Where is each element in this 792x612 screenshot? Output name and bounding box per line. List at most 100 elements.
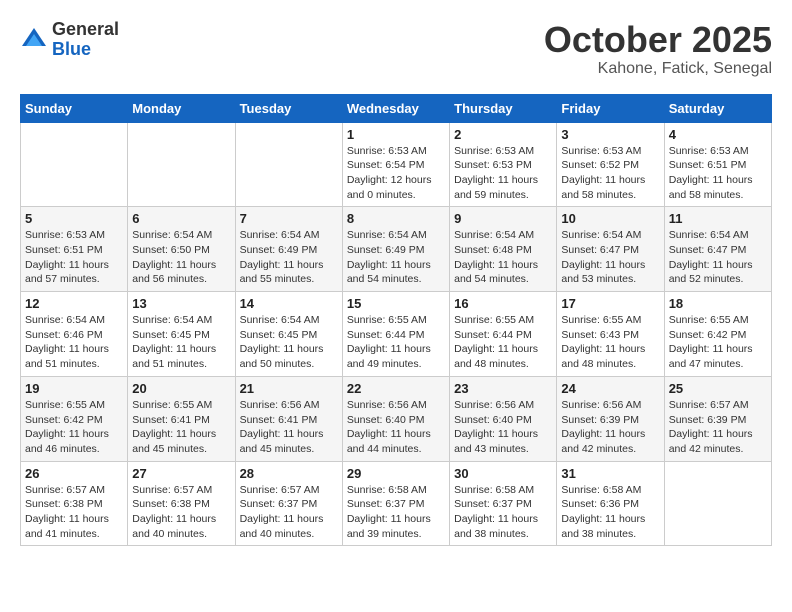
day-info: Sunrise: 6:57 AMSunset: 6:39 PMDaylight:… [669,398,767,457]
calendar-day-cell: 5Sunrise: 6:53 AMSunset: 6:51 PMDaylight… [21,207,128,292]
day-info: Sunrise: 6:55 AMSunset: 6:42 PMDaylight:… [669,313,767,372]
day-info-line: Daylight: 11 hours [132,428,216,440]
day-info: Sunrise: 6:53 AMSunset: 6:53 PMDaylight:… [454,144,552,203]
day-info-line: Daylight: 11 hours [669,343,753,355]
day-info: Sunrise: 6:55 AMSunset: 6:42 PMDaylight:… [25,398,123,457]
day-info-line: Sunset: 6:41 PM [240,414,318,426]
day-info-line: Sunrise: 6:56 AM [347,399,427,411]
day-info-line: Daylight: 11 hours [132,513,216,525]
day-info-line: and 53 minutes. [561,273,636,285]
day-info: Sunrise: 6:54 AMSunset: 6:50 PMDaylight:… [132,228,230,287]
day-info-line: Sunrise: 6:54 AM [347,229,427,241]
day-info: Sunrise: 6:57 AMSunset: 6:38 PMDaylight:… [25,483,123,542]
calendar-day-cell: 12Sunrise: 6:54 AMSunset: 6:46 PMDayligh… [21,292,128,377]
day-info-line: Daylight: 11 hours [240,513,324,525]
logo-general: General [52,20,119,40]
day-number: 17 [561,296,659,311]
day-info-line: Daylight: 11 hours [454,343,538,355]
day-number: 10 [561,211,659,226]
calendar-week-row: 19 Sunrise: 6:55 AMSunset: 6:42 PMDayligh… [21,376,772,461]
day-info-line: Sunset: 6:42 PM [669,329,747,341]
day-number: 4 [669,127,767,142]
day-info-line: Sunrise: 6:56 AM [454,399,534,411]
day-info-line: Daylight: 11 hours [240,428,324,440]
day-number: 18 [669,296,767,311]
day-info-line: Sunset: 6:50 PM [132,244,210,256]
day-number: 2 [454,127,552,142]
day-info: Sunrise: 6:53 AMSunset: 6:51 PMDaylight:… [669,144,767,203]
calendar-day-cell: 19 Sunrise: 6:55 AMSunset: 6:42 PMDayligh… [21,376,128,461]
calendar-day-cell: 15 Sunrise: 6:55 AM Sunset: 6:44 PM Dayligh… [342,292,449,377]
day-info-line: and 55 minutes. [240,273,315,285]
calendar-week-row: 5Sunrise: 6:53 AMSunset: 6:51 PMDaylight… [21,207,772,292]
calendar-day-cell: 6 Sunrise: 6:54 AMSunset: 6:50 PMDaylight… [128,207,235,292]
day-info-line: Sunset: 6:44 PM [347,329,425,341]
day-info-line: Daylight: 11 hours [25,259,109,271]
day-info-line: Sunrise: 6:53 AM [347,145,427,157]
day-info-line: Daylight: 11 hours [454,174,538,186]
day-info-line: Sunset: 6:47 PM [561,244,639,256]
logo-text: General Blue [52,20,119,60]
day-info-line: Sunrise: 6:56 AM [561,399,641,411]
day-info-line: Sunrise: 6:54 AM [240,314,320,326]
day-info-line: Sunset: 6:41 PM [132,414,210,426]
day-info: Sunrise: 6:54 AMSunset: 6:45 PMDaylight:… [132,313,230,372]
day-info: Sunrise: 6:53 AMSunset: 6:54 PMDaylight:… [347,144,445,203]
day-info-line: Daylight: 11 hours [347,343,431,355]
day-info-line: and 48 minutes. [561,358,636,370]
day-info-line: Daylight: 11 hours [561,428,645,440]
day-number: 19 [25,381,123,396]
day-info-line: Daylight: 11 hours [669,174,753,186]
title-block: October 2025 Kahone, Fatick, Senegal [544,20,772,78]
day-info: Sunrise: 6:57 AMSunset: 6:37 PMDaylight:… [240,483,338,542]
day-info-line: Sunset: 6:37 PM [454,498,532,510]
day-info-line: and 45 minutes. [132,443,207,455]
day-info-line: Daylight: 11 hours [347,513,431,525]
calendar-day-cell [128,122,235,207]
day-info-line: Daylight: 11 hours [132,259,216,271]
day-info-line: Sunset: 6:51 PM [25,244,103,256]
day-info-line: Sunrise: 6:58 AM [454,484,534,496]
day-of-week-header: Monday [128,94,235,122]
day-number: 13 [132,296,230,311]
day-number: 22 [347,381,445,396]
calendar-day-cell: 8Sunrise: 6:54 AMSunset: 6:49 PMDaylight… [342,207,449,292]
day-info-line: Sunset: 6:39 PM [561,414,639,426]
day-info-line: Sunrise: 6:57 AM [25,484,105,496]
day-info-line: Sunset: 6:53 PM [454,159,532,171]
day-info-line: and 0 minutes. [347,189,416,201]
day-number: 15 [347,296,445,311]
day-info: Sunrise: 6:56 AM Sunset: 6:39 PM Daylight:… [561,398,659,457]
day-info-line: Daylight: 11 hours [561,343,645,355]
day-of-week-header: Tuesday [235,94,342,122]
calendar-day-cell [664,461,771,546]
day-info-line: Sunset: 6:40 PM [454,414,532,426]
logo-icon [20,26,48,54]
day-number: 3 [561,127,659,142]
day-info-line: and 41 minutes. [25,528,100,540]
day-number: 24 [561,381,659,396]
calendar-day-cell: 2 Sunrise: 6:53 AMSunset: 6:53 PMDaylight… [450,122,557,207]
day-info-line: Sunrise: 6:57 AM [669,399,749,411]
day-info: Sunrise: 6:54 AMSunset: 6:45 PMDaylight:… [240,313,338,372]
day-info: Sunrise: 6:56 AMSunset: 6:40 PMDaylight:… [347,398,445,457]
day-info-line: Sunset: 6:38 PM [25,498,103,510]
day-info-line: and 51 minutes. [132,358,207,370]
day-of-week-header: Wednesday [342,94,449,122]
day-number: 23 [454,381,552,396]
day-info-line: and 57 minutes. [25,273,100,285]
day-number: 26 [25,466,123,481]
day-info: Sunrise: 6:58 AMSunset: 6:37 PMDaylight:… [347,483,445,542]
day-info-line: Sunrise: 6:55 AM [347,314,427,326]
day-info: Sunrise: 6:56 AMSunset: 6:40 PMDaylight:… [454,398,552,457]
day-number: 27 [132,466,230,481]
day-info-line: Sunrise: 6:55 AM [25,399,105,411]
day-info-line: Daylight: 12 hours [347,174,432,186]
day-info: Sunrise: 6:54 AMSunset: 6:47 PMDaylight:… [561,228,659,287]
day-info: Sunrise: 6:55 AM Sunset: 6:44 PM Daylight:… [347,313,445,372]
day-info-line: Sunset: 6:47 PM [669,244,747,256]
day-info-line: and 44 minutes. [347,443,422,455]
day-info: Sunrise: 6:58 AMSunset: 6:36 PMDaylight:… [561,483,659,542]
day-number: 6 [132,211,230,226]
day-number: 9 [454,211,552,226]
